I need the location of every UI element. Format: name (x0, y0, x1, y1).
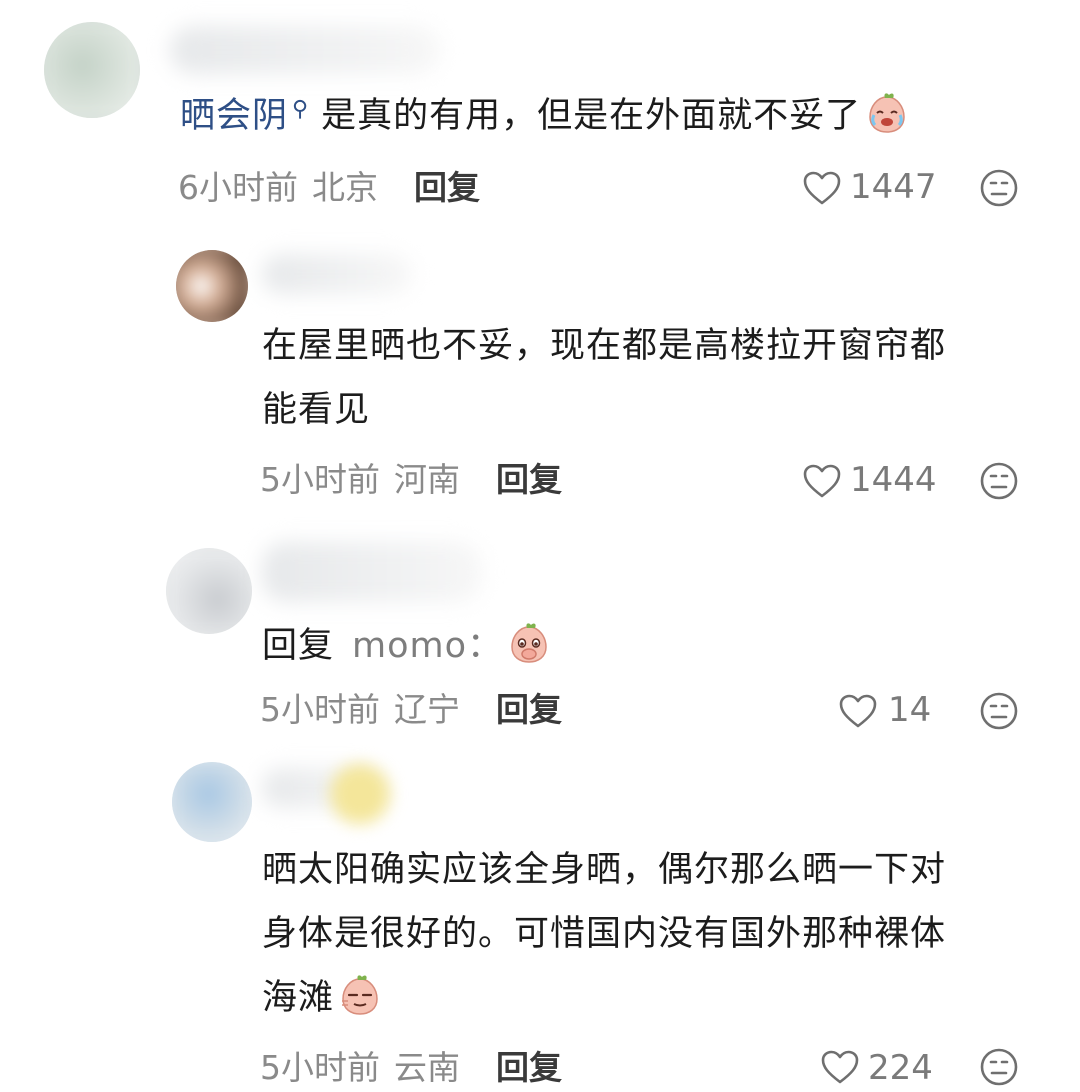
dislike-face-icon[interactable] (979, 691, 1019, 731)
comment-location: 北京 (312, 168, 378, 207)
dislike-face-icon[interactable] (979, 1047, 1019, 1087)
avatar[interactable] (172, 762, 252, 842)
crying-peach-emoji (869, 93, 905, 133)
mention-link[interactable]: 晒会阴 (180, 96, 288, 136)
covering-mouth-peach-emoji (511, 623, 547, 663)
reply-prefix: 回复 (262, 626, 335, 666)
comment-text-line-3: 海滩 (262, 970, 382, 1026)
smirk-peach-emoji (342, 975, 378, 1015)
reply-button[interactable]: 回复 (496, 686, 562, 734)
comment-location: 云南 (394, 1048, 460, 1087)
comment-2: 在屋里晒也不妥，现在都是高楼拉开窗帘都 能看见 5小时前 河南 回复 1444 (0, 230, 1080, 520)
comment-text-line-2: 身体是很好的。可惜国内没有国外那种裸体 (262, 914, 947, 954)
comment-text: 回复 momo： (262, 618, 551, 674)
comment-text-line-1: 在屋里晒也不妥，现在都是高楼拉开窗帘都 (262, 326, 947, 366)
comment-time: 5小时前 (260, 1048, 380, 1087)
comment-time: 5小时前 (260, 460, 380, 499)
avatar[interactable] (166, 548, 252, 634)
search-icon[interactable]: ⚲ (292, 82, 309, 138)
avatar-badge-blurred (330, 764, 390, 824)
comment-1: 晒会阴 ⚲ 是真的有用，但是在外面就不妥了 6小时前 北京 回复 1447 (0, 0, 1080, 230)
comment-text: 晒会阴 ⚲ 是真的有用，但是在外面就不妥了 (180, 88, 909, 144)
reply-target-name[interactable]: momo： (352, 626, 503, 666)
comment-location: 河南 (394, 460, 460, 499)
username-blurred[interactable] (170, 26, 440, 74)
comment-meta: 5小时前 辽宁 (260, 686, 460, 734)
username-blurred[interactable] (262, 542, 482, 602)
comment-meta: 6小时前 北京 (178, 164, 378, 212)
comment-meta: 5小时前 云南 (260, 1044, 460, 1092)
comment-location: 辽宁 (394, 690, 460, 729)
heart-icon[interactable] (802, 463, 842, 499)
like-count: 1447 (850, 167, 937, 207)
comment-time: 6小时前 (178, 168, 298, 207)
avatar[interactable] (44, 22, 140, 118)
comment-text-line-2: 能看见 (262, 390, 371, 430)
heart-icon[interactable] (802, 170, 842, 206)
avatar[interactable] (176, 250, 248, 322)
reply-button[interactable]: 回复 (496, 1044, 562, 1092)
username-blurred[interactable] (262, 254, 412, 294)
like-count: 224 (868, 1048, 933, 1088)
comment-body: 是真的有用，但是在外面就不妥了 (321, 96, 862, 136)
comment-text-line-1: 晒太阳确实应该全身晒，偶尔那么晒一下对 (262, 850, 947, 890)
dislike-face-icon[interactable] (979, 461, 1019, 501)
comment-time: 5小时前 (260, 690, 380, 729)
reply-button[interactable]: 回复 (496, 456, 562, 504)
like-count: 14 (888, 690, 932, 730)
dislike-face-icon[interactable] (979, 168, 1019, 208)
comment-body: 海滩 (262, 978, 335, 1018)
comment-meta: 5小时前 河南 (260, 456, 460, 504)
heart-icon[interactable] (838, 693, 878, 729)
like-count: 1444 (850, 460, 937, 500)
comment-3: 回复 momo： 5小时前 辽宁 回复 14 (0, 520, 1080, 750)
comment-4: 晒太阳确实应该全身晒，偶尔那么晒一下对 身体是很好的。可惜国内没有国外那种裸体 … (0, 750, 1080, 1088)
reply-button[interactable]: 回复 (414, 164, 480, 212)
